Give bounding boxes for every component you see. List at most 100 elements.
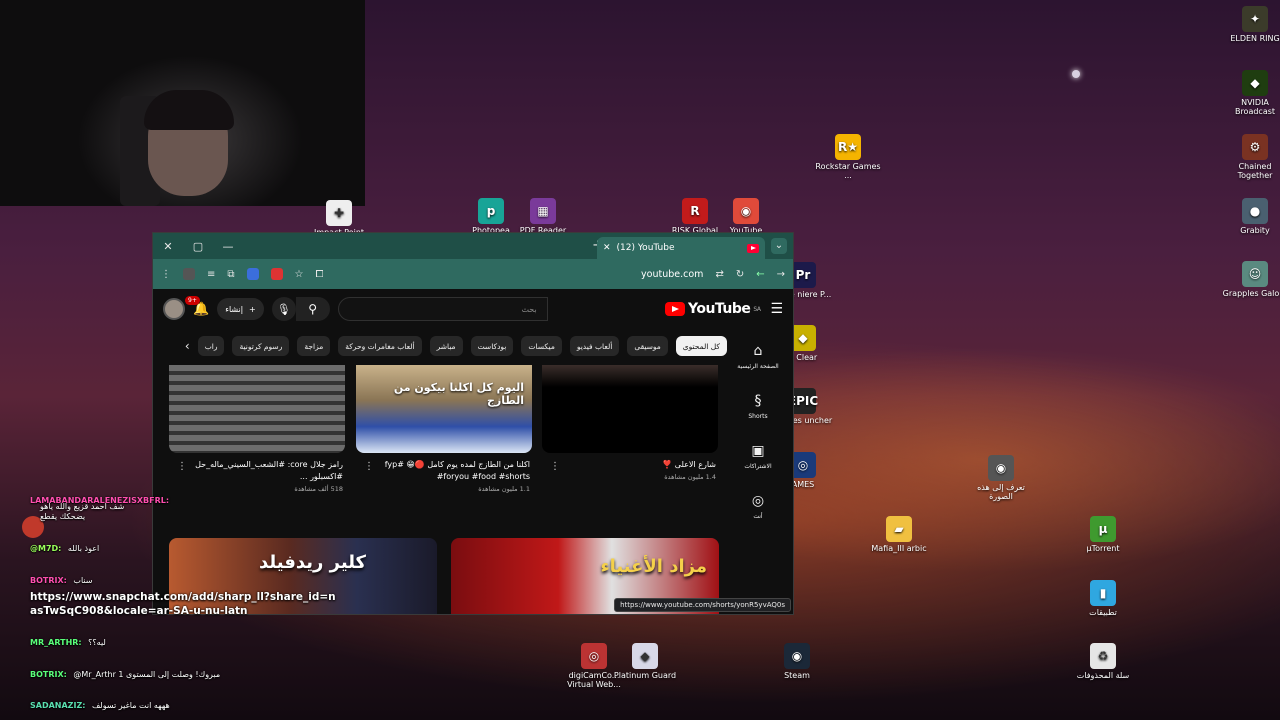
video-title[interactable]: اكلنا من الطازج لمده يوم كامل 🔴😁 #fyp #f…: [356, 459, 532, 483]
chip-podcasts[interactable]: بودكاست: [470, 336, 514, 356]
desktop-icon-utorrent[interactable]: µ µTorrent: [1070, 516, 1136, 553]
desktop-icon-label: NVIDIA Broadcast: [1234, 98, 1276, 116]
desktop-icon-grabity[interactable]: ● Grabity: [1222, 198, 1280, 235]
video-thumbnail[interactable]: [169, 365, 345, 453]
youtube-logo[interactable]: YouTube SA: [664, 301, 761, 317]
url-field[interactable]: youtube.com: [641, 269, 703, 280]
chip-mixes[interactable]: ميكسات: [521, 336, 562, 356]
video-thumbnail[interactable]: اليوم كل اكلنا بيكون من الطازج: [356, 365, 532, 453]
chat-text: ليه؟؟: [88, 638, 106, 647]
chat-message: SADANAZIZ: هههه انت ماغير تسولف: [30, 701, 170, 710]
video-title[interactable]: شارع الاعلى ❣️: [542, 459, 718, 471]
more-options-icon[interactable]: ⋮: [550, 461, 560, 472]
close-window-button[interactable]: ✕: [153, 240, 183, 253]
desktop-icon-label: سلة المحذوفات: [1076, 671, 1130, 680]
search-button[interactable]: ⚲: [295, 297, 330, 321]
site-settings-icon[interactable]: ⇄: [715, 269, 723, 280]
elden-icon: ✦: [1242, 6, 1268, 32]
desktop-icon-label: ELDEN RING: [1230, 34, 1280, 43]
youtube-favicon-icon: [747, 243, 759, 253]
title-bar[interactable]: ✕ ▢ — + ✕ (12) YouTube ⌄: [153, 233, 793, 259]
video-thumbnail[interactable]: [542, 365, 718, 453]
minimize-window-button[interactable]: —: [213, 240, 243, 253]
desktop-icon-lens[interactable]: ◉ تعرف إلى هذه الصورة: [968, 455, 1034, 501]
chip-all[interactable]: كل المحتوى: [675, 336, 727, 356]
chat-username: @M7D:: [30, 544, 62, 553]
translate-extension-icon[interactable]: [246, 268, 259, 280]
desktop-icon-rockstar[interactable]: R★ Rockstar Games ...: [815, 134, 881, 180]
desktop-icon-chrome[interactable]: ◉ YouTube: [713, 198, 779, 235]
chip-comedy[interactable]: مزاجة: [297, 336, 331, 356]
menu-dots-icon[interactable]: ⋮: [161, 269, 171, 280]
sidebar-item-home[interactable]: ⌂ الصفحة الرئيسية: [723, 331, 793, 381]
voice-search-mic-icon[interactable]: 🎙: [271, 297, 296, 321]
plus-icon: +: [248, 304, 256, 314]
reload-icon[interactable]: ↻: [736, 269, 744, 280]
create-label: إنشاء: [225, 304, 243, 314]
chip-action-adventure[interactable]: ألعاب مغامرات وحركة: [338, 336, 422, 356]
pdf-icon: ▦: [530, 198, 556, 224]
desktop-icon-apps[interactable]: ▮ تطبيقات: [1070, 580, 1136, 617]
shorts-row: شارع الاعلى ❣️ 1.4 مليون مشاهدة ⋮ اليوم …: [169, 365, 719, 510]
close-tab-icon[interactable]: ✕: [603, 243, 611, 253]
sidebar-item-shorts[interactable]: § Shorts: [723, 381, 793, 431]
chips-next-arrow-icon[interactable]: ‹: [185, 339, 190, 353]
chip-video-games[interactable]: ألعاب فيديو: [569, 336, 620, 356]
desktop-icon-elden[interactable]: ✦ ELDEN RING: [1222, 6, 1280, 43]
grabity-icon: ●: [1242, 198, 1268, 224]
extensions-puzzle-icon[interactable]: ⧉: [227, 269, 234, 280]
chat-link-message[interactable]: https://www.snapchat.com/add/sharp_ll?sh…: [30, 590, 340, 618]
create-button[interactable]: إنشاء +: [217, 298, 264, 320]
notification-count: 9+: [185, 295, 200, 305]
chat-reply-text: شف احمد قزيع والله ياهو: [40, 502, 125, 511]
desktop-icon-label: تطبيقات: [1089, 608, 1117, 617]
video-card[interactable]: شارع الاعلى ❣️ 1.4 مليون مشاهدة ⋮: [542, 365, 718, 481]
video-views: 1.1 مليون مشاهدة: [478, 485, 530, 493]
forward-icon[interactable]: →: [777, 269, 785, 280]
account-avatar[interactable]: [163, 298, 185, 320]
notifications-bell-icon[interactable]: 🔔 9+: [185, 295, 209, 317]
more-options-icon[interactable]: ⋮: [364, 461, 374, 472]
video-card[interactable]: رامز جلال core: #الشعب_السيني_ماله_حل #ا…: [169, 365, 345, 493]
sidebar-item-subscriptions[interactable]: ▣ الاشتراكات: [723, 431, 793, 481]
desktop-icon-steam[interactable]: ◉ Steam: [764, 643, 830, 680]
platinum-icon: ◆: [632, 643, 658, 669]
desktop-icon-mafia[interactable]: ▰ Mafia_III arbic: [866, 516, 932, 553]
desktop-icon-pdf[interactable]: ▦ PDF Reader: [510, 198, 576, 235]
extension-icon[interactable]: [183, 268, 195, 280]
video-title[interactable]: رامز جلال core: #الشعب_السيني_ماله_حل #ا…: [169, 459, 345, 483]
rockstar-icon: R★: [835, 134, 861, 160]
desktop-icon-chained[interactable]: ⚙ Chained Together: [1222, 134, 1280, 180]
back-icon[interactable]: ←: [756, 269, 764, 280]
chip-live[interactable]: مباشر: [429, 336, 463, 356]
tab-youtube[interactable]: ✕ (12) YouTube: [597, 237, 765, 259]
desktop-icon-recycle[interactable]: ♻ سلة المحذوفات: [1070, 643, 1136, 680]
cast-icon[interactable]: ⧠: [316, 269, 324, 280]
reading-list-icon[interactable]: ≡: [207, 269, 215, 280]
desktop-icon-label: Grapples Galore: [1222, 289, 1280, 298]
bookmark-star-icon[interactable]: ☆: [295, 269, 304, 280]
browser-window[interactable]: ✕ ▢ — + ✕ (12) YouTube ⌄ ⋮ ≡ ⧉ ☆ ⧠ youtu…: [152, 232, 794, 615]
desktop-icon-grapples[interactable]: ☺ Grapples Galore: [1222, 261, 1280, 298]
tab-search-icon[interactable]: ⌄: [771, 238, 787, 254]
address-bar[interactable]: ⋮ ≡ ⧉ ☆ ⧠ youtube.com ⇄ ↻ ← →: [153, 259, 793, 289]
sidebar-item-you[interactable]: ◎ أنت: [723, 481, 793, 531]
video-card[interactable]: اليوم كل اكلنا بيكون من الطازج اكلنا من …: [356, 365, 532, 493]
chat-message: BOTRIX: @Mr_Arthr مبروك! وصلت إلى المستو…: [30, 670, 220, 679]
chained-icon: ⚙: [1242, 134, 1268, 160]
hamburger-menu-icon[interactable]: ☰: [770, 301, 783, 317]
record-extension-icon[interactable]: [270, 268, 283, 280]
desktop-icon-platinum[interactable]: ◆ Platinum Guard: [612, 643, 678, 680]
chip-rap[interactable]: راب: [197, 336, 225, 356]
chat-username: MR_ARTHR:: [30, 638, 82, 647]
desktop-icon-nvidia[interactable]: ◆ NVIDIA Broadcast: [1222, 70, 1280, 116]
chat-text: هههه انت ماغير تسولف: [92, 701, 170, 710]
maximize-window-button[interactable]: ▢: [183, 240, 213, 253]
chip-cartoons[interactable]: رسوم كرتونية: [232, 336, 290, 356]
impact-icon: ✚: [326, 200, 352, 226]
more-options-icon[interactable]: ⋮: [177, 461, 187, 472]
chip-music[interactable]: موسيقى: [627, 336, 668, 356]
lens-icon: ◉: [988, 455, 1014, 481]
desktop-icon-label: Rockstar Games ...: [815, 162, 881, 180]
search-input[interactable]: بحث: [337, 297, 548, 321]
